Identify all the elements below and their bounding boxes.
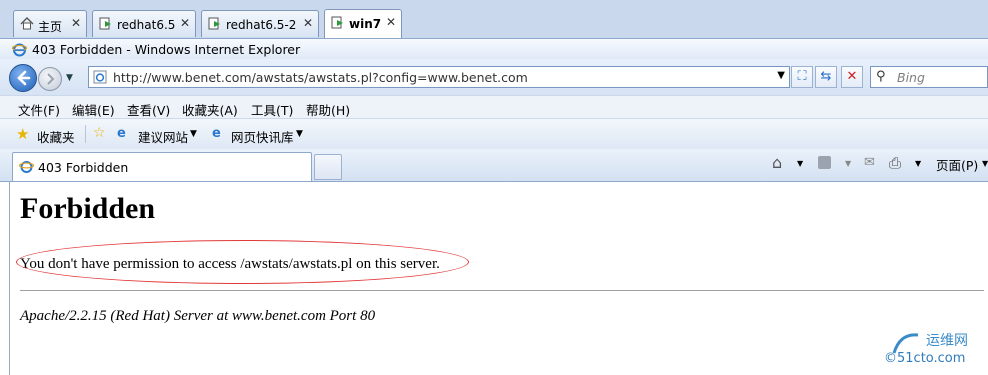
menu-file[interactable]: 文件(F) (18, 100, 60, 119)
stop-button[interactable]: ✕ (841, 66, 863, 88)
menu-edit[interactable]: 编辑(E) (72, 100, 115, 119)
window-title: 403 Forbidden - Windows Internet Explore… (32, 42, 301, 57)
ie-page-icon: e (117, 126, 126, 141)
page-heading: Forbidden (20, 192, 156, 225)
watermark-line1: 运维网 (926, 333, 968, 349)
vm-tab-label: redhat6.5-2 (226, 18, 297, 32)
new-tab-button[interactable] (314, 154, 342, 180)
favorites-button[interactable]: 收藏夹 (37, 127, 75, 146)
divider (20, 290, 984, 291)
chevron-down-icon[interactable]: ▼ (982, 159, 988, 168)
vm-tab-home[interactable]: 主页 ✕ (13, 10, 87, 37)
refresh-icon: ⇆ (820, 69, 832, 84)
vm-tab-win7[interactable]: win7 ✕ (324, 9, 402, 38)
vm-icon (208, 17, 220, 30)
menu-favorites[interactable]: 收藏夹(A) (182, 100, 238, 119)
browser-tab-row: 403 Forbidden ⌂ ▼ ▼ ✉ ⎙ ▼ 页面(P) ▼ (0, 149, 988, 182)
close-icon[interactable]: ✕ (70, 17, 82, 29)
refresh-button[interactable]: ⇆ (815, 66, 837, 88)
chevron-down-icon[interactable]: ▼ (845, 159, 851, 168)
vm-tab-label: 主页 (38, 20, 63, 34)
search-icon: ⚲ (876, 69, 886, 84)
close-icon[interactable]: ✕ (385, 16, 397, 28)
watermark-line2: ©51cto.com (884, 351, 966, 366)
favorites-bar: ★ 收藏夹 ☆ e 建议网站 ▼ e 网页快讯库 ▼ (0, 118, 988, 150)
arrow-left-icon (17, 70, 31, 86)
close-icon[interactable]: ✕ (302, 17, 314, 29)
chevron-down-icon[interactable]: ▼ (777, 70, 785, 81)
printer-icon[interactable]: ⎙ (889, 154, 901, 172)
web-slice-gallery-link[interactable]: 网页快讯库 (231, 127, 294, 146)
browser-tab[interactable]: 403 Forbidden (12, 152, 312, 181)
window-title-bar: 403 Forbidden - Windows Internet Explore… (0, 39, 988, 59)
ie-page-icon: e (212, 126, 221, 141)
chevron-down-icon[interactable]: ▼ (190, 129, 197, 139)
rss-feed-icon[interactable] (818, 156, 831, 169)
navigation-bar: ▼ http://www.benet.com/awstats/awstats.p… (0, 59, 988, 95)
vm-tab-strip: 主页 ✕ redhat6.5 ✕ redhat6.5-2 ✕ win7 ✕ (0, 0, 988, 39)
page-menu-button[interactable]: 页面(P) (936, 155, 978, 174)
compatibility-view-button[interactable]: ⛶ (791, 66, 813, 88)
vm-tab-redhat65-2[interactable]: redhat6.5-2 ✕ (201, 10, 319, 37)
vm-tab-redhat65[interactable]: redhat6.5 ✕ (92, 10, 196, 37)
vm-icon (331, 16, 343, 29)
menu-bar: 文件(F) 编辑(E) 查看(V) 收藏夹(A) 工具(T) 帮助(H) (0, 95, 988, 119)
browser-tab-label: 403 Forbidden (38, 160, 129, 175)
ie-logo-icon (12, 43, 27, 57)
ie-page-icon (93, 70, 107, 84)
add-favorite-icon[interactable]: ☆ (93, 125, 106, 141)
ie-page-icon (19, 161, 34, 173)
chevron-down-icon[interactable]: ▼ (296, 129, 303, 139)
menu-help[interactable]: 帮助(H) (306, 100, 350, 119)
star-icon: ★ (16, 125, 30, 143)
home-icon (20, 17, 34, 30)
suggested-sites-link[interactable]: 建议网站 (138, 127, 188, 146)
menu-tools[interactable]: 工具(T) (251, 100, 293, 119)
mail-icon[interactable]: ✉ (864, 155, 875, 170)
chevron-down-icon[interactable]: ▼ (915, 159, 921, 168)
forward-button[interactable] (38, 67, 62, 91)
url-text[interactable]: http://www.benet.com/awstats/awstats.pl?… (113, 70, 528, 85)
vm-tab-label: redhat6.5 (117, 18, 176, 32)
stop-icon: ✕ (846, 69, 858, 84)
search-placeholder: Bing (897, 70, 925, 85)
watermark: 运维网 ©51cto.com (884, 327, 988, 375)
server-signature: Apache/2.2.15 (Red Hat) Server at www.be… (20, 308, 376, 324)
address-bar[interactable]: http://www.benet.com/awstats/awstats.pl?… (88, 66, 790, 88)
close-icon[interactable]: ✕ (179, 17, 191, 29)
arrow-right-icon (47, 73, 55, 85)
toolbar-divider (85, 125, 86, 143)
compatibility-icon: ⛶ (797, 69, 807, 84)
search-input[interactable]: ⚲ Bing (870, 66, 988, 88)
chevron-down-icon[interactable]: ▼ (797, 159, 803, 168)
vm-tab-label: win7 (349, 17, 382, 31)
annotation-ellipse (16, 240, 469, 284)
menu-view[interactable]: 查看(V) (127, 100, 170, 119)
recent-pages-dropdown[interactable]: ▼ (66, 73, 73, 83)
vm-icon (99, 17, 111, 30)
back-button[interactable] (9, 64, 37, 92)
home-icon[interactable]: ⌂ (772, 153, 782, 172)
